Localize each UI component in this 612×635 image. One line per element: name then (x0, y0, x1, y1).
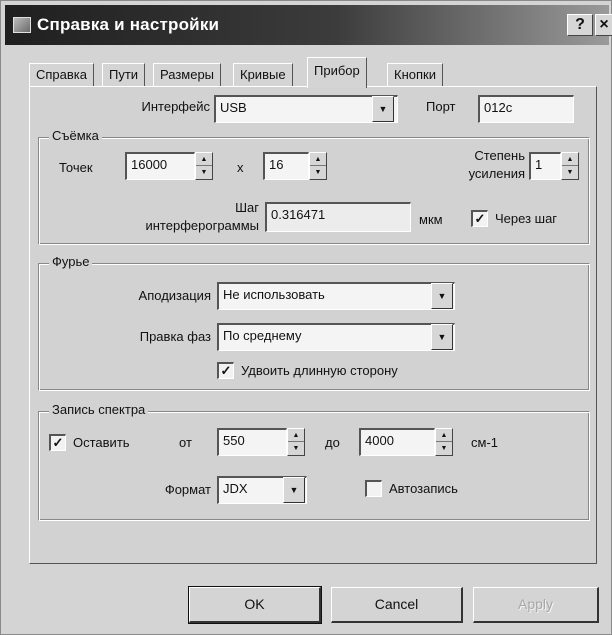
capture-group: Съёмка Точек 16000 ▲ ▼ x 16 ▲ ▼ Степень … (38, 128, 590, 245)
apodization-dropdown-icon[interactable]: ▼ (431, 283, 453, 309)
spin-up-icon[interactable]: ▲ (562, 153, 578, 166)
phase-label: Правка фаз (139, 329, 211, 344)
spin-down-icon[interactable]: ▼ (562, 166, 578, 179)
multiplier-field[interactable]: 16 (263, 152, 309, 180)
tab-paths[interactable]: Пути (102, 63, 146, 87)
step-label-line1: Шаг (235, 200, 259, 215)
spin-down-icon[interactable]: ▼ (288, 442, 304, 455)
phase-select[interactable]: По среднему (217, 323, 455, 351)
through-step-checkbox[interactable]: ✓ (471, 210, 488, 227)
spectrum-group-title: Запись спектра (49, 402, 149, 417)
port-field[interactable]: 012c (478, 95, 574, 123)
gain-spinner[interactable]: ▲ ▼ (561, 152, 579, 180)
from-spinner[interactable]: ▲ ▼ (287, 428, 305, 456)
spin-down-icon[interactable]: ▼ (310, 166, 326, 179)
format-label: Формат (164, 482, 211, 497)
tab-curves[interactable]: Кривые (233, 63, 293, 87)
fourier-group-title: Фурье (49, 254, 93, 269)
step-unit: мкм (419, 212, 443, 227)
title-bar[interactable]: Справка и настройки ? × (5, 5, 612, 45)
cancel-button[interactable]: Cancel (331, 587, 463, 623)
ok-button[interactable]: OK (188, 586, 322, 624)
points-field[interactable]: 16000 (125, 152, 195, 180)
tab-buttons[interactable]: Кнопки (387, 63, 443, 87)
step-field: 0.316471 (265, 202, 411, 232)
autosave-label: Автозапись (389, 481, 458, 496)
points-label: Точек (59, 160, 93, 175)
apodization-value: Не использовать (223, 287, 325, 302)
step-label-line2: интерферограммы (145, 218, 259, 233)
settings-dialog: Справка и настройки ? × Справка Пути Раз… (0, 0, 612, 635)
multiplier-spinner[interactable]: ▲ ▼ (309, 152, 327, 180)
window-title: Справка и настройки (37, 15, 220, 34)
fourier-group: Фурье Аподизация Не использовать ▼ Правк… (38, 254, 590, 391)
to-label: до (325, 435, 340, 450)
spin-up-icon[interactable]: ▲ (310, 153, 326, 166)
gain-label-line1: Степень (474, 148, 525, 163)
apodization-select[interactable]: Не использовать (217, 282, 455, 310)
apply-button[interactable]: Apply (473, 587, 599, 623)
to-spinner[interactable]: ▲ ▼ (435, 428, 453, 456)
double-side-label: Удвоить длинную сторону (241, 363, 398, 378)
spin-up-icon[interactable]: ▲ (288, 429, 304, 442)
tab-panel-device: Интерфейс USB ▼ Порт 012c Съёмка Точек 1… (29, 86, 597, 564)
tab-device[interactable]: Прибор (307, 57, 367, 88)
gain-label-line2: усиления (468, 166, 525, 181)
phase-value: По среднему (223, 328, 302, 343)
apodization-label: Аподизация (138, 288, 211, 303)
interface-label: Интерфейс (141, 99, 210, 114)
spin-down-icon[interactable]: ▼ (436, 442, 452, 455)
from-label: от (179, 435, 192, 450)
keep-label: Оставить (73, 435, 130, 450)
to-field[interactable]: 4000 (359, 428, 435, 456)
phase-dropdown-icon[interactable]: ▼ (431, 324, 453, 350)
tab-sizes[interactable]: Размеры (153, 63, 222, 87)
app-icon (13, 17, 31, 33)
port-label: Порт (426, 99, 456, 114)
help-button[interactable]: ? (567, 14, 593, 36)
keep-checkbox[interactable]: ✓ (49, 434, 66, 451)
spin-up-icon[interactable]: ▲ (436, 429, 452, 442)
close-button[interactable]: × (595, 14, 612, 36)
from-field[interactable]: 550 (217, 428, 287, 456)
autosave-checkbox[interactable] (365, 480, 382, 497)
capture-group-title: Съёмка (49, 128, 102, 143)
gain-field[interactable]: 1 (529, 152, 561, 180)
interface-select[interactable]: USB (214, 95, 398, 123)
interface-dropdown-icon[interactable]: ▼ (372, 96, 394, 122)
tab-help[interactable]: Справка (29, 63, 94, 87)
spin-down-icon[interactable]: ▼ (196, 166, 212, 179)
double-side-checkbox[interactable]: ✓ (217, 362, 234, 379)
format-dropdown-icon[interactable]: ▼ (283, 477, 305, 503)
spin-up-icon[interactable]: ▲ (196, 153, 212, 166)
times-sign: x (237, 160, 244, 175)
through-step-label: Через шаг (495, 211, 558, 226)
format-value: JDX (223, 481, 248, 496)
wavenumber-unit: см-1 (471, 435, 498, 450)
spectrum-group: Запись спектра ✓ Оставить от 550 ▲ ▼ до … (38, 402, 590, 521)
interface-value: USB (220, 100, 247, 115)
points-spinner[interactable]: ▲ ▼ (195, 152, 213, 180)
